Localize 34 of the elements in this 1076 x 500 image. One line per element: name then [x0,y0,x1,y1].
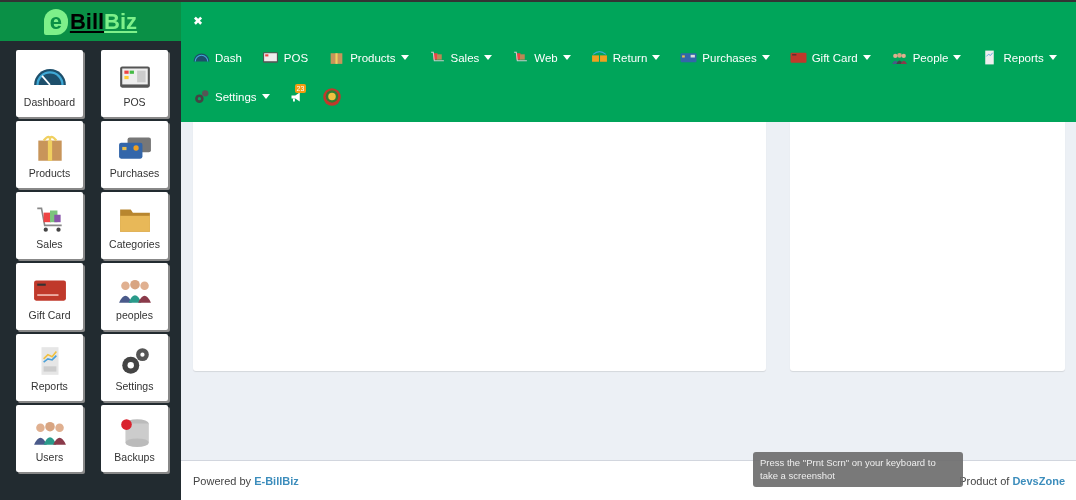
nav-menu-item[interactable]: Settings [193,84,270,109]
shortcut-tile[interactable]: POS [101,50,168,117]
nav-menu-item[interactable]: Gift Card [789,45,871,70]
nav-menu-item[interactable]: Dash [193,45,242,70]
emblem-icon [321,86,342,107]
close-button[interactable]: ✖ [193,14,203,28]
shortcut-tile[interactable]: Products [16,121,83,188]
logo-mark: e [43,8,68,35]
gears-icon [193,88,210,105]
logo-text: Bill [69,8,105,35]
brand-link[interactable]: E-BillBiz [254,474,299,487]
monitor-icon [261,49,279,66]
shortcut-tile[interactable]: Purchases [101,121,168,188]
nav-menu-item[interactable]: Sales [428,45,493,70]
shortcut-tile[interactable]: peoples [101,263,168,330]
shortcut-tile[interactable]: Backups [101,405,168,472]
shortcut-tile[interactable]: Categories [101,192,168,259]
shortcut-tile[interactable]: Gift Card [16,263,83,330]
shortcut-tile[interactable]: Dashboard [16,50,83,117]
shortcut-tile[interactable]: Users [16,405,83,472]
footer-text: Powered by [193,474,252,487]
nav-menu-item[interactable]: POS [261,45,309,70]
shortcut-tile[interactable]: Sales [16,192,83,259]
nav-menu-item[interactable]: Purchases [680,45,770,70]
nav-menu-item[interactable]: Reports [981,45,1057,70]
shortcut-tile[interactable]: Reports [16,334,83,401]
nav-menu-item[interactable]: Web [512,45,571,70]
company-link[interactable]: DevsZone [1012,474,1065,487]
megaphone-icon [289,90,302,103]
nav-menu-item[interactable]: Products [328,45,409,70]
shortcut-tile[interactable]: Settings [101,334,168,401]
logo-text: Biz [104,8,138,35]
nav-menu-item[interactable]: People [890,45,962,70]
nav-menu-item[interactable]: Return [590,45,661,70]
